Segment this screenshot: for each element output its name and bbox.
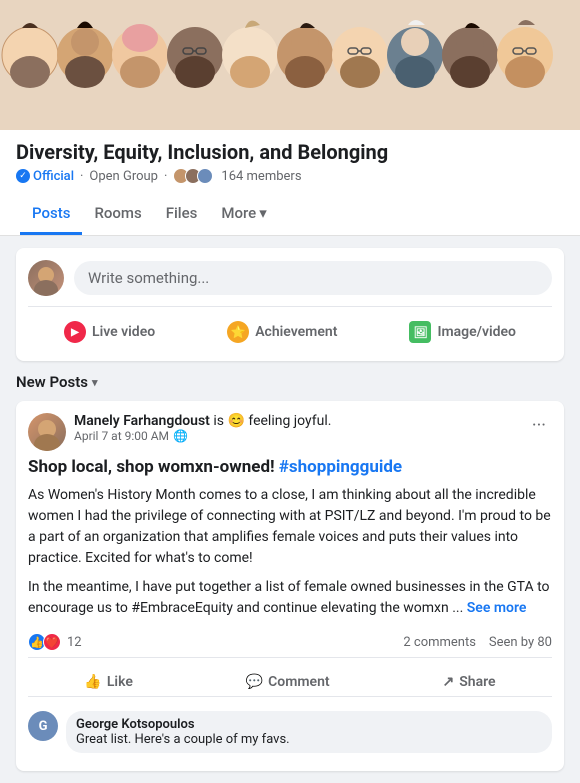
like-label: Like bbox=[107, 674, 133, 690]
globe-icon: 🌐 bbox=[173, 429, 188, 443]
post-card: Manely Farhangdoust is 😊 feeling joyful.… bbox=[16, 401, 564, 771]
official-label: Official bbox=[33, 169, 74, 184]
group-title: Diversity, Equity, Inclusion, and Belong… bbox=[16, 140, 564, 164]
commenter-initial: G bbox=[39, 719, 48, 734]
achievement-label: Achievement bbox=[255, 324, 337, 340]
member-avatars bbox=[173, 168, 209, 184]
nav-tabs: Posts Rooms Files More ▾ bbox=[16, 194, 564, 235]
post-body-p1: As Women's History Month comes to a clos… bbox=[28, 485, 552, 569]
official-badge: ✓ Official bbox=[16, 169, 74, 184]
write-post-top: Write something... bbox=[28, 260, 552, 296]
commenter-avatar: G bbox=[28, 711, 58, 741]
live-video-icon: ▶ bbox=[64, 321, 86, 343]
comment-button[interactable]: 💬 Comment bbox=[230, 668, 346, 696]
reaction-icons[interactable]: 👍 ❤️ 12 bbox=[28, 633, 82, 651]
author-name[interactable]: Manely Farhangdoust bbox=[74, 413, 210, 429]
like-button[interactable]: 👍 Like bbox=[68, 668, 148, 696]
share-icon: ↗ bbox=[442, 674, 454, 690]
achievement-button[interactable]: ⭐ Achievement bbox=[215, 315, 349, 349]
author-feeling-emoji: 😊 bbox=[227, 413, 244, 429]
comment-count[interactable]: 2 comments bbox=[403, 635, 476, 650]
achievement-icon: ⭐ bbox=[227, 321, 249, 343]
post-actions: ▶ Live video ⭐ Achievement 🖼 Image/video bbox=[28, 306, 552, 349]
post-body-p2: In the meantime, I have put together a l… bbox=[28, 577, 552, 619]
reaction-emoji-stack: 👍 ❤️ bbox=[28, 633, 58, 651]
member-avatar-3 bbox=[197, 168, 213, 184]
commenter-name[interactable]: George Kotsopoulos bbox=[76, 717, 542, 732]
reaction-count: 12 bbox=[67, 635, 82, 650]
share-label: Share bbox=[459, 674, 495, 690]
see-more-link[interactable]: See more bbox=[467, 600, 527, 616]
group-info-section: Diversity, Equity, Inclusion, and Belong… bbox=[0, 130, 580, 236]
dot-separator: · bbox=[80, 169, 83, 184]
image-video-button[interactable]: 🖼 Image/video bbox=[397, 315, 528, 349]
post-title: Shop local, shop womxn-owned! #shoppingg… bbox=[28, 457, 552, 477]
group-type: Open Group bbox=[89, 169, 158, 184]
image-video-icon: 🖼 bbox=[409, 321, 431, 343]
tab-files[interactable]: Files bbox=[154, 194, 210, 235]
seen-count: Seen by 80 bbox=[489, 635, 552, 650]
author-feeling: feeling joyful. bbox=[248, 413, 331, 429]
chevron-down-icon: ▾ bbox=[259, 204, 267, 222]
comment-icon: 💬 bbox=[246, 674, 263, 690]
comment-label: Comment bbox=[268, 674, 329, 690]
author-feeling-text: is bbox=[213, 413, 227, 429]
tab-rooms[interactable]: Rooms bbox=[82, 194, 153, 235]
author-name-row: Manely Farhangdoust is 😊 feeling joyful. bbox=[74, 413, 331, 429]
write-post-input[interactable]: Write something... bbox=[74, 261, 552, 295]
new-posts-header: New Posts ▾ bbox=[16, 373, 564, 391]
love-reaction-icon: ❤️ bbox=[43, 633, 61, 651]
comments-seen: 2 comments Seen by 80 bbox=[403, 635, 552, 650]
post-action-buttons: 👍 Like 💬 Comment ↗ Share bbox=[28, 664, 552, 697]
post-body: As Women's History Month comes to a clos… bbox=[28, 485, 552, 619]
post-hashtag[interactable]: #shoppingguide bbox=[279, 457, 402, 477]
new-posts-label: New Posts bbox=[16, 373, 88, 391]
official-icon: ✓ bbox=[16, 169, 30, 183]
new-posts-chevron-icon[interactable]: ▾ bbox=[92, 376, 98, 389]
members-info: 164 members bbox=[173, 168, 301, 184]
author-avatar bbox=[28, 413, 66, 451]
current-user-avatar bbox=[28, 260, 64, 296]
tab-more[interactable]: More ▾ bbox=[209, 194, 278, 235]
image-video-label: Image/video bbox=[437, 324, 516, 340]
member-count: 164 members bbox=[221, 169, 301, 184]
post-header: Manely Farhangdoust is 😊 feeling joyful.… bbox=[28, 413, 552, 451]
tab-posts[interactable]: Posts bbox=[20, 194, 82, 235]
group-meta: ✓ Official · Open Group · 164 members bbox=[16, 168, 564, 184]
post-date-row: April 7 at 9:00 AM 🌐 bbox=[74, 429, 331, 443]
live-video-button[interactable]: ▶ Live video bbox=[52, 315, 167, 349]
main-content: Write something... ▶ Live video ⭐ Achiev… bbox=[0, 236, 580, 783]
group-banner bbox=[0, 0, 580, 130]
comment-preview: G George Kotsopoulos Great list. Here's … bbox=[28, 705, 552, 759]
more-options-button[interactable]: ··· bbox=[526, 413, 552, 438]
post-reactions: 👍 ❤️ 12 2 comments Seen by 80 bbox=[28, 627, 552, 658]
write-post-box: Write something... ▶ Live video ⭐ Achiev… bbox=[16, 248, 564, 361]
author-details: Manely Farhangdoust is 😊 feeling joyful.… bbox=[74, 413, 331, 443]
dot-separator-2: · bbox=[164, 169, 167, 184]
post-author-info: Manely Farhangdoust is 😊 feeling joyful.… bbox=[28, 413, 331, 451]
post-date[interactable]: April 7 at 9:00 AM bbox=[74, 429, 169, 443]
live-video-label: Live video bbox=[92, 324, 155, 340]
share-button[interactable]: ↗ Share bbox=[426, 668, 511, 696]
comment-bubble: George Kotsopoulos Great list. Here's a … bbox=[66, 711, 552, 753]
comment-text: Great list. Here's a couple of my favs. bbox=[76, 732, 542, 747]
like-icon: 👍 bbox=[84, 674, 101, 690]
